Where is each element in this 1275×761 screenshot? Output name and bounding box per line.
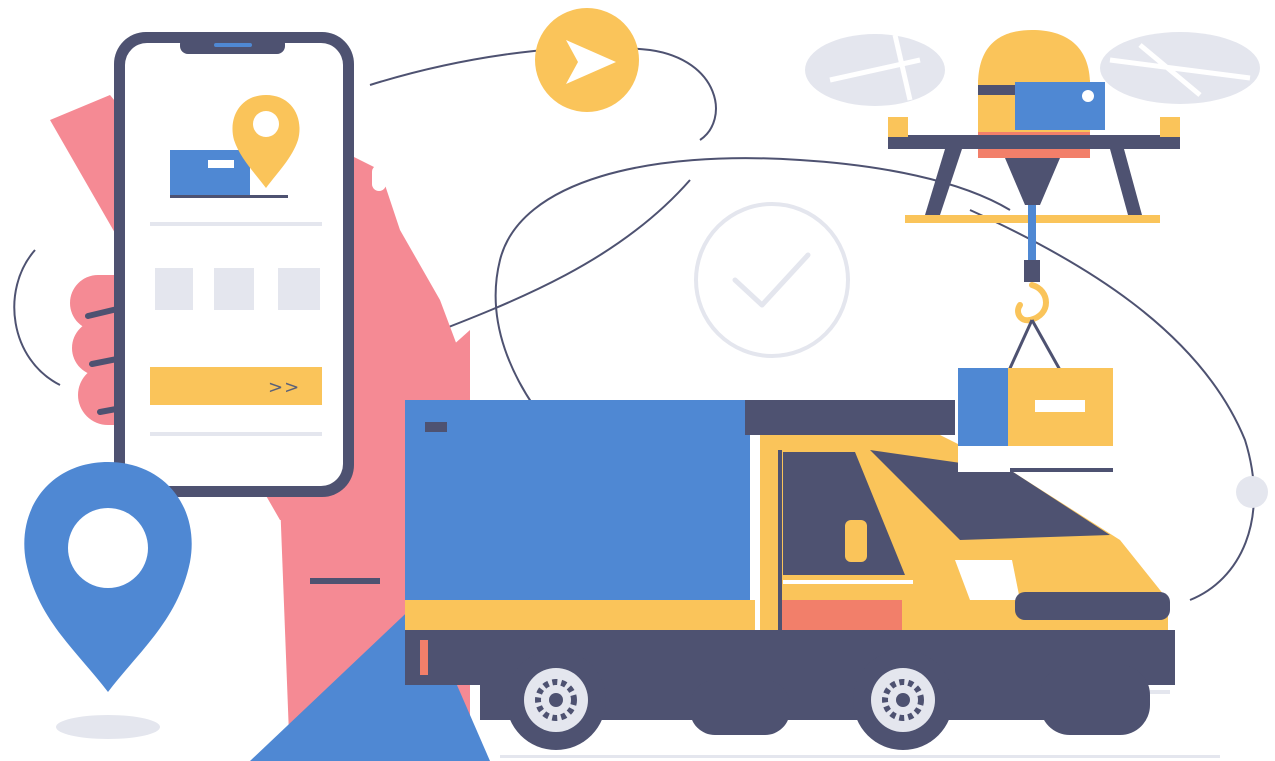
pin-shadow — [56, 715, 160, 739]
rear-wheel — [506, 650, 606, 750]
checkmark-circle-icon — [694, 202, 850, 358]
smartphone-icon: >> — [114, 32, 354, 497]
map-pin-icon — [24, 462, 192, 692]
send-arrow-icon — [535, 8, 639, 112]
front-wheel — [853, 650, 953, 750]
package-box-icon — [958, 368, 1113, 472]
phone-continue-label: >> — [268, 377, 300, 398]
route-dot — [1236, 476, 1268, 508]
phone-continue-button[interactable]: >> — [150, 367, 322, 405]
delivery-illustration: >> — [13, 8, 1268, 761]
